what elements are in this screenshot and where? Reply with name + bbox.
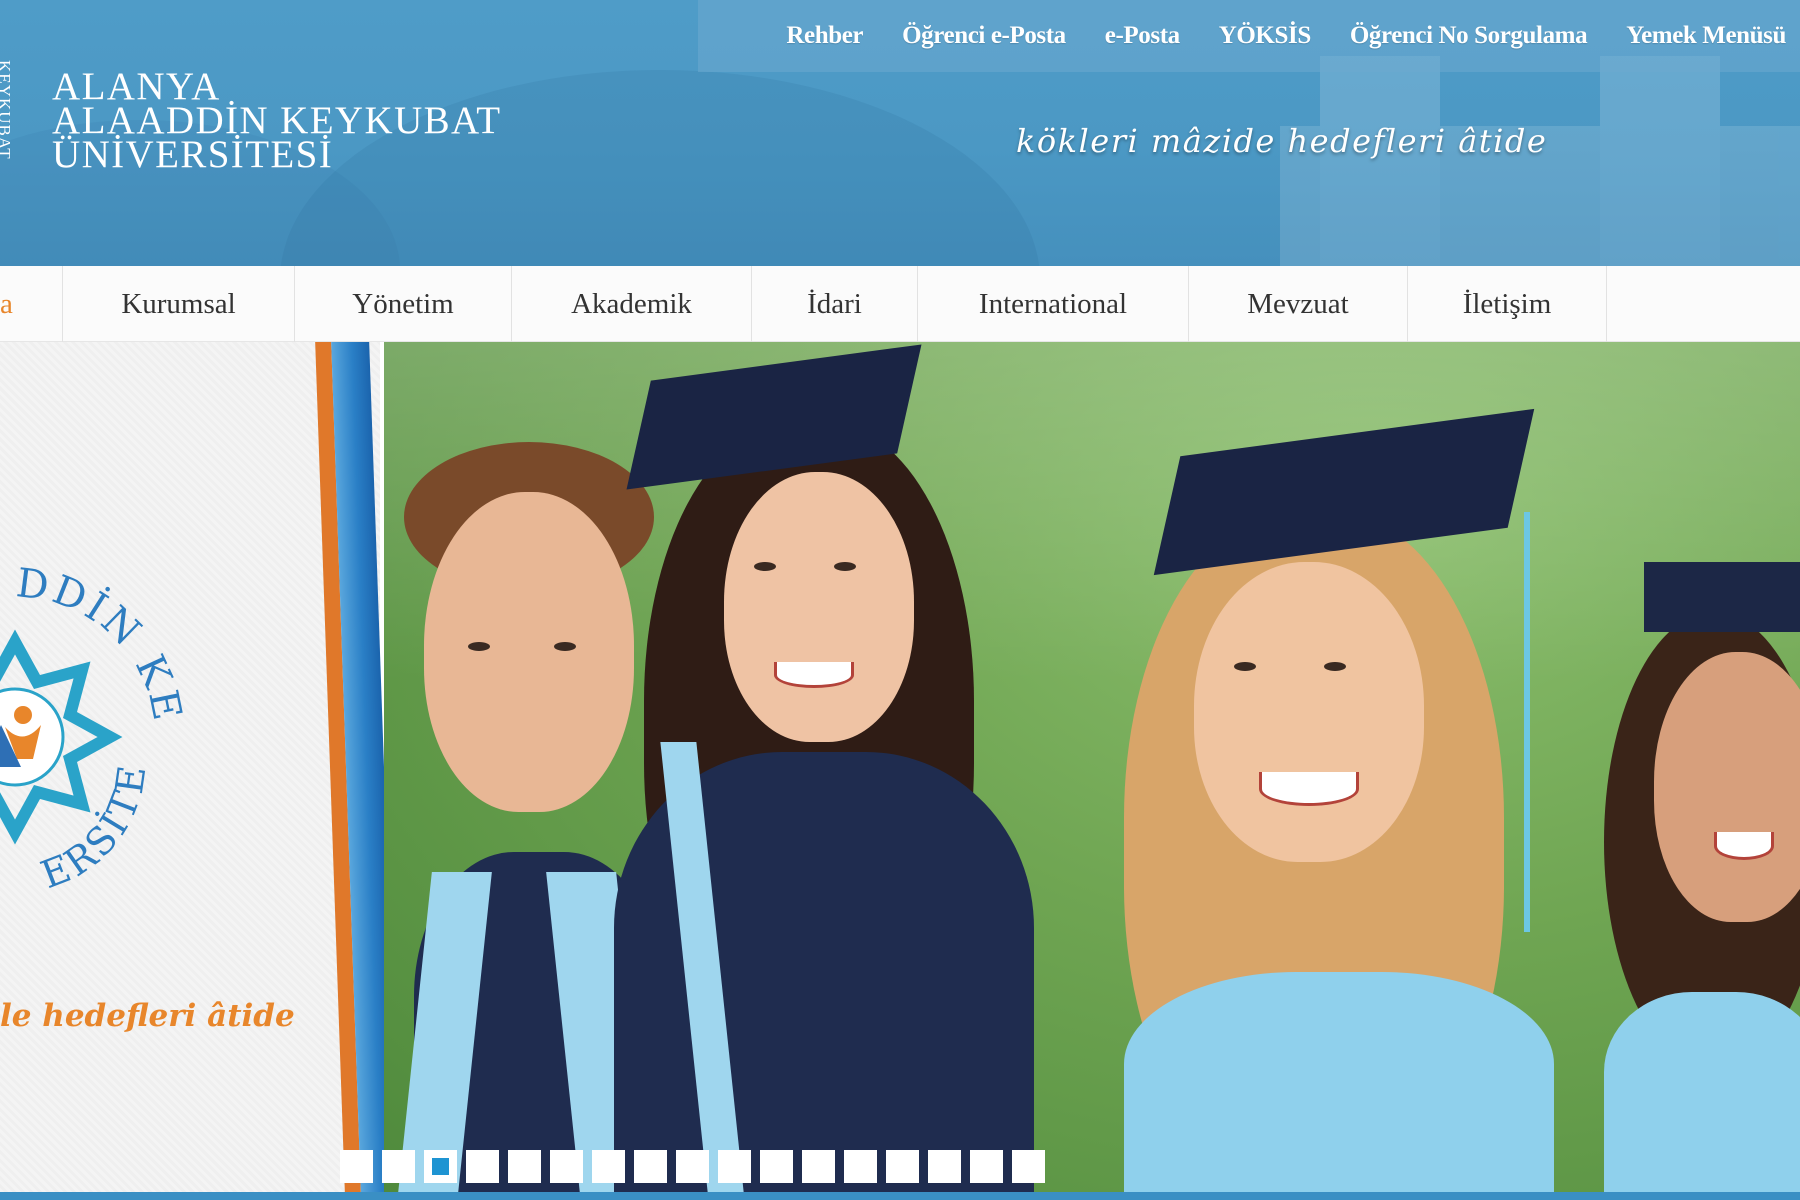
nav-item-mevzuat[interactable]: Mevzuat: [1188, 266, 1407, 342]
slider-dot[interactable]: [802, 1150, 835, 1183]
top-link-email[interactable]: e-Posta: [1105, 22, 1180, 50]
main-navigation: a Kurumsal Yönetim Akademik İdari Intern…: [0, 266, 1800, 342]
bottom-border-strip: [0, 1192, 1800, 1200]
top-link-student-email[interactable]: Öğrenci e-Posta: [902, 22, 1066, 50]
slider-dot[interactable]: [970, 1150, 1003, 1183]
slider-dot[interactable]: [634, 1150, 667, 1183]
nav-item-yonetim[interactable]: Yönetim: [294, 266, 511, 342]
seal-text: KEYKUBAT: [0, 60, 14, 160]
slider-dot-active[interactable]: [424, 1150, 457, 1183]
slider-dot[interactable]: [466, 1150, 499, 1183]
slider-dot[interactable]: [340, 1150, 373, 1183]
slider-dot[interactable]: [718, 1150, 751, 1183]
nav-item-international[interactable]: International: [917, 266, 1188, 342]
nav-item-iletisim[interactable]: İletişim: [1407, 266, 1607, 342]
panel-slogan: le hedefleri âtide: [0, 998, 295, 1034]
graduate-woman-middle: [614, 344, 1034, 1192]
slider-dot[interactable]: [760, 1150, 793, 1183]
top-link-meal-menu[interactable]: Yemek Menüsü: [1626, 22, 1786, 50]
hero-slider[interactable]: DDİN KEYKUBAT ERSİTESİ le hedefleri âtid…: [0, 342, 1800, 1192]
nav-item-idari[interactable]: İdari: [751, 266, 917, 342]
nav-item-kurumsal[interactable]: Kurumsal: [62, 266, 294, 342]
nav-item-akademik[interactable]: Akademik: [511, 266, 751, 342]
top-links-bar: Rehber Öğrenci e-Posta e-Posta YÖKSİS Öğ…: [698, 0, 1800, 72]
slider-dot[interactable]: [508, 1150, 541, 1183]
slider-dot[interactable]: [844, 1150, 877, 1183]
top-link-rehber[interactable]: Rehber: [786, 22, 863, 50]
graduate-woman-right: [1084, 408, 1564, 1192]
graduates-photo: [384, 342, 1800, 1192]
slider-dot[interactable]: [592, 1150, 625, 1183]
university-emblem-icon: DDİN KEYKUBAT ERSİTESİ: [0, 552, 188, 897]
brand-line-3: ÜNİVERSİTESİ: [52, 133, 334, 176]
slider-dot[interactable]: [550, 1150, 583, 1183]
slider-dot[interactable]: [676, 1150, 709, 1183]
slider-dot[interactable]: [886, 1150, 919, 1183]
graduate-woman-far-right: [1604, 562, 1800, 1192]
slider-dot[interactable]: [382, 1150, 415, 1183]
slider-dot[interactable]: [928, 1150, 961, 1183]
slider-pagination: [340, 1150, 1045, 1183]
site-header: Rehber Öğrenci e-Posta e-Posta YÖKSİS Öğ…: [0, 0, 1800, 266]
header-slogan: kökleri mâzide hedefleri âtide: [1016, 122, 1548, 160]
university-seal-icon[interactable]: KEYKUBAT: [0, 60, 22, 170]
top-link-student-number-query[interactable]: Öğrenci No Sorgulama: [1350, 22, 1588, 50]
top-link-yoksis[interactable]: YÖKSİS: [1219, 22, 1311, 50]
nav-item-home[interactable]: a: [0, 266, 62, 342]
slider-dot[interactable]: [1012, 1150, 1045, 1183]
university-name-logo[interactable]: ALANYA ALAADDİN KEYKUBAT ÜNİVERSİTESİ: [52, 67, 502, 176]
